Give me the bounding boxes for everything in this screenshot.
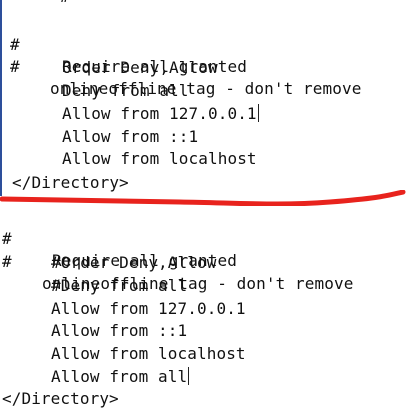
code-line-deny: Deny from all <box>62 81 189 100</box>
code-line-allow-ipv6: Allow from ::1 <box>62 127 199 146</box>
code-text: Allow from all <box>51 367 188 386</box>
code-line-allow-localhost: Allow from localhost <box>62 149 257 168</box>
directory-closing-tag: </Directory> <box>2 389 119 408</box>
comment-line-require: # Require all granted <box>2 12 247 76</box>
comment-line-onlineoffline: # onlineoffline tag - don't remove <box>2 34 361 98</box>
bottom-code-snippet: # Require all granted # onlineoffline ta… <box>0 206 407 414</box>
code-line-allow-ipv6: Allow from ::1 <box>51 321 188 340</box>
text-cursor <box>188 367 190 385</box>
code-line-allow-ip: Allow from 127.0.0.1 <box>51 299 246 318</box>
top-code-snippet: # # Require all granted # onlineoffline … <box>0 0 407 196</box>
code-line-order: Order Deny,Allow <box>62 58 218 77</box>
comment-hash: # <box>10 57 20 76</box>
comment-line-require: # Require all granted <box>0 206 237 270</box>
code-line-allow-ip: Allow from 127.0.0.1 <box>62 103 259 125</box>
code-line-deny-commented: #Deny from all <box>51 276 188 295</box>
code-text: Allow from 127.0.0.1 <box>62 104 257 123</box>
code-line-allow-all: Allow from all <box>51 366 190 388</box>
comment-hash: # <box>2 252 12 271</box>
partial-hash-line: # <box>60 0 70 8</box>
code-line-order-commented: #Order Deny,Allow <box>51 253 217 272</box>
comment-line-onlineoffline: # onlineoffline tag - don't remove <box>0 229 353 293</box>
directory-closing-tag: </Directory> <box>12 173 129 192</box>
code-line-allow-localhost: Allow from localhost <box>51 344 246 363</box>
text-cursor <box>257 104 259 122</box>
